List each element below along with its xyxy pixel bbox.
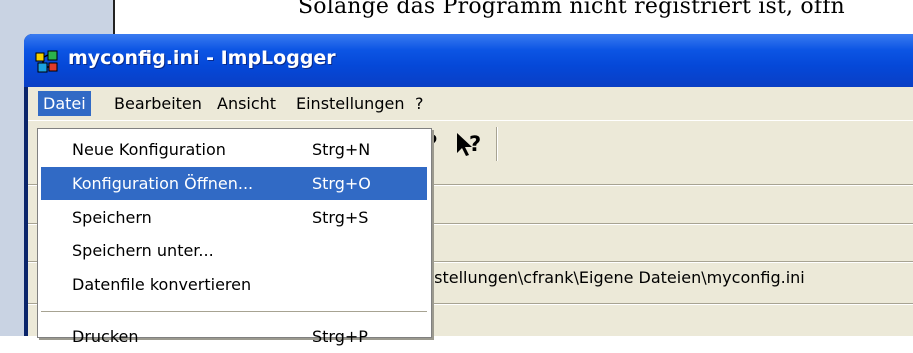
menu-einstellungen[interactable]: Einstellungen (291, 91, 409, 116)
title-bar[interactable]: myconfig.ini - ImpLogger (24, 34, 913, 87)
menu-item-label: Neue Konfiguration (72, 140, 226, 159)
datei-menu-dropdown: Neue Konfiguration Strg+N Konfiguration … (37, 128, 432, 346)
menu-item-datenfile-konvertieren[interactable]: Datenfile konvertieren (41, 268, 427, 301)
window-title: myconfig.ini - ImpLogger (68, 47, 336, 69)
menu-item-speichern[interactable]: Speichern Strg+S (41, 201, 427, 234)
config-path-text: nstellungen\cfrank\Eigene Dateien\myconf… (424, 268, 805, 287)
menu-help[interactable]: ? (410, 91, 429, 116)
menu-item-label: Konfiguration Öffnen... (72, 174, 254, 193)
toolbar-separator (496, 127, 498, 161)
menu-ansicht[interactable]: Ansicht (212, 91, 281, 116)
menu-item-label: Speichern (72, 208, 152, 227)
menu-item-shortcut: Strg+O (312, 174, 371, 193)
menu-datei[interactable]: Datei (38, 91, 91, 116)
menu-item-shortcut: Strg+S (312, 208, 369, 227)
menu-item-neue-konfiguration[interactable]: Neue Konfiguration Strg+N (41, 133, 427, 166)
menu-item-label: Speichern unter... (72, 241, 214, 260)
desktop-background (0, 40, 24, 336)
document-text: Solange das Programm nicht registriert i… (298, 0, 845, 19)
svg-text:?: ? (469, 132, 481, 156)
app-icon[interactable] (34, 50, 60, 74)
menu-item-konfiguration-oeffnen[interactable]: Konfiguration Öffnen... Strg+O (41, 167, 427, 200)
whats-this-help-button[interactable]: ? (452, 126, 488, 162)
menu-item-shortcut: Strg+P (312, 327, 368, 346)
pointer-question-icon: ? (457, 132, 481, 156)
menu-bar: Datei Bearbeiten Ansicht Einstellungen ? (28, 87, 913, 120)
menu-item-shortcut: Strg+N (312, 140, 371, 159)
menu-item-label: Drucken (72, 327, 139, 346)
menu-bearbeiten[interactable]: Bearbeiten (109, 91, 207, 116)
menu-item-label: Datenfile konvertieren (72, 275, 252, 294)
menu-item-drucken[interactable]: Drucken Strg+P (41, 320, 427, 353)
menu-item-speichern-unter[interactable]: Speichern unter... (41, 234, 427, 267)
menu-separator (41, 311, 427, 312)
